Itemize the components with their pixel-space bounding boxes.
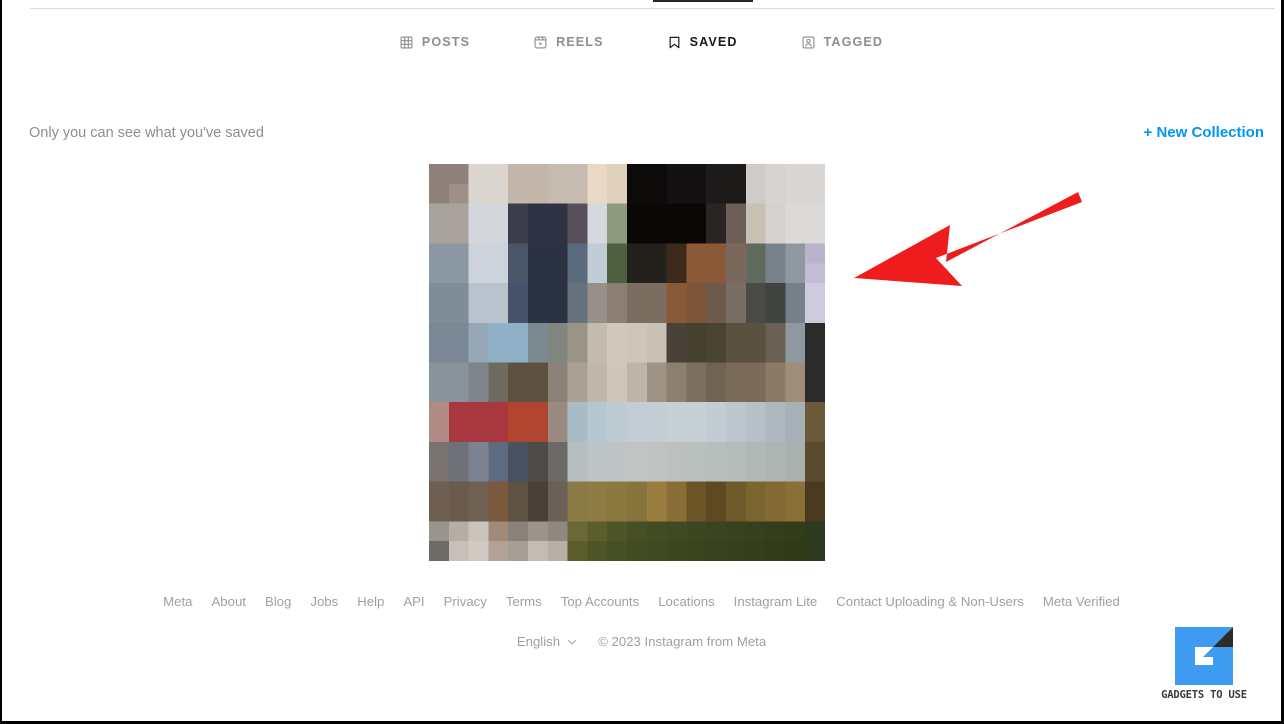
tab-posts[interactable]: POSTS bbox=[368, 0, 502, 49]
saved-post-image bbox=[429, 164, 825, 561]
footer-bottom-row: English © 2023 Instagram from Meta bbox=[2, 634, 1281, 649]
footer-link-api[interactable]: API bbox=[394, 588, 434, 616]
language-selector[interactable]: English bbox=[517, 634, 578, 649]
footer-link-about[interactable]: About bbox=[202, 588, 255, 616]
annotation-arrow bbox=[850, 186, 1082, 294]
profile-tab-bar: POSTS REELS SAVED TAGGED bbox=[2, 0, 1281, 76]
tab-saved-label: SAVED bbox=[689, 35, 738, 49]
footer-link-help[interactable]: Help bbox=[348, 588, 394, 616]
footer-link-instagram-lite[interactable]: Instagram Lite bbox=[724, 588, 827, 616]
page-footer: Meta About Blog Jobs Help API Privacy Te… bbox=[2, 588, 1281, 649]
grid-icon bbox=[400, 36, 413, 49]
saved-posts-grid bbox=[429, 164, 825, 561]
tab-reels[interactable]: REELS bbox=[502, 0, 636, 49]
bookmark-icon bbox=[668, 36, 681, 49]
watermark-text: GADGETS TO USE bbox=[1161, 689, 1247, 701]
tagged-person-icon bbox=[802, 36, 815, 49]
footer-link-contact-uploading[interactable]: Contact Uploading & Non-Users bbox=[827, 588, 1034, 616]
reels-icon bbox=[534, 36, 547, 49]
footer-link-terms[interactable]: Terms bbox=[496, 588, 551, 616]
new-collection-button[interactable]: + New Collection bbox=[1144, 118, 1264, 148]
chevron-down-icon bbox=[566, 636, 578, 648]
saved-header-row: Only you can see what you've saved + New… bbox=[2, 118, 1281, 148]
footer-link-blog[interactable]: Blog bbox=[255, 588, 300, 616]
footer-link-top-accounts[interactable]: Top Accounts bbox=[551, 588, 648, 616]
tab-tagged-label: TAGGED bbox=[823, 35, 884, 49]
tab-saved[interactable]: SAVED bbox=[636, 0, 770, 49]
footer-link-privacy[interactable]: Privacy bbox=[434, 588, 496, 616]
footer-link-list: Meta About Blog Jobs Help API Privacy Te… bbox=[2, 588, 1281, 616]
tab-posts-label: POSTS bbox=[421, 35, 471, 49]
red-arrow-icon bbox=[854, 192, 1082, 286]
footer-link-meta-verified[interactable]: Meta Verified bbox=[1033, 588, 1129, 616]
tab-tagged[interactable]: TAGGED bbox=[770, 0, 916, 49]
saved-post-thumbnail[interactable] bbox=[429, 164, 825, 561]
copyright-text: © 2023 Instagram from Meta bbox=[598, 634, 767, 649]
footer-link-locations[interactable]: Locations bbox=[649, 588, 724, 616]
tab-reels-label: REELS bbox=[556, 35, 604, 49]
footer-link-jobs[interactable]: Jobs bbox=[301, 588, 348, 616]
language-label: English bbox=[516, 634, 561, 649]
instagram-profile-saved-page: POSTS REELS SAVED TAGGED Only you can se… bbox=[2, 0, 1281, 721]
saved-privacy-note: Only you can see what you've saved bbox=[29, 125, 264, 141]
footer-link-meta[interactable]: Meta bbox=[154, 588, 202, 616]
